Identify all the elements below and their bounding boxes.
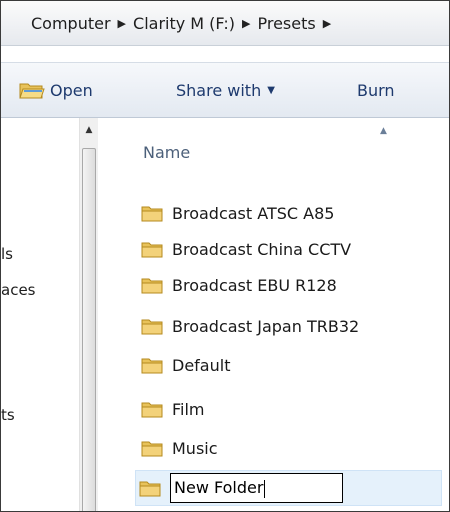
list-item[interactable]: Film (138, 392, 205, 426)
divider-strip (1, 46, 449, 63)
list-item[interactable]: Broadcast Japan TRB32 (138, 309, 359, 343)
folder-icon (141, 319, 163, 335)
list-item[interactable]: Broadcast China CCTV (138, 232, 351, 266)
breadcrumb-separator-icon[interactable]: ▶ (238, 17, 254, 30)
list-item[interactable]: Music (138, 431, 218, 465)
open-label: Open (50, 80, 93, 100)
breadcrumb-drive[interactable]: Clarity M (F:) (130, 14, 238, 33)
scroll-thumb[interactable] (82, 148, 96, 511)
folder-name: Broadcast Japan TRB32 (172, 316, 360, 336)
scroll-up-icon[interactable]: ▲ (80, 118, 98, 142)
burn-button[interactable]: Burn (357, 63, 395, 117)
nav-item[interactable]: ls (1, 245, 13, 263)
sort-ascending-icon: ▲ (380, 126, 387, 136)
text-cursor (264, 479, 266, 498)
navigation-pane: ls aces ts (1, 118, 79, 511)
explorer-window: Computer ▶ Clarity M (F:) ▶ Presets ▶ Op… (0, 0, 450, 512)
nav-item[interactable]: aces (1, 281, 35, 299)
folder-name: Broadcast ATSC A85 (172, 203, 335, 223)
breadcrumb-separator-icon[interactable]: ▶ (114, 17, 130, 30)
address-bar[interactable]: Computer ▶ Clarity M (F:) ▶ Presets ▶ (1, 1, 449, 46)
folder-name: Music (172, 438, 218, 458)
list-item[interactable]: Broadcast EBU R128 (138, 268, 337, 302)
chevron-down-icon: ▼ (267, 84, 275, 96)
share-with-button[interactable]: Share with ▼ (176, 63, 275, 117)
folder-open-icon (19, 83, 45, 99)
name-column-header[interactable]: Name (143, 143, 190, 162)
breadcrumb: Computer ▶ Clarity M (F:) ▶ Presets ▶ (1, 1, 335, 45)
folder-name: Film (172, 399, 205, 419)
folder-icon (141, 242, 163, 258)
list-item[interactable]: Default (138, 348, 230, 382)
nav-scrollbar[interactable]: ▲ (79, 118, 99, 511)
folder-icon (139, 481, 161, 497)
list-item-selected[interactable]: New Folder (135, 470, 442, 506)
folder-icon (141, 441, 163, 457)
list-item[interactable]: Broadcast ATSC A85 (138, 196, 334, 230)
folder-icon (141, 206, 163, 222)
folder-icon (141, 358, 163, 374)
breadcrumb-presets[interactable]: Presets (254, 14, 318, 33)
rename-input[interactable]: New Folder (170, 473, 343, 503)
file-list: Name ▲ Broadcast ATSC A85 Broadcast Chin… (98, 118, 449, 511)
folder-name: Broadcast China CCTV (172, 239, 352, 259)
breadcrumb-computer[interactable]: Computer (1, 14, 114, 33)
folder-icon (141, 402, 163, 418)
folder-name: Default (172, 355, 231, 375)
folder-name: Broadcast EBU R128 (172, 275, 337, 295)
rename-value: New Folder (174, 478, 264, 497)
command-bar: Open Share with ▼ Burn (1, 63, 449, 118)
folder-icon (141, 278, 163, 294)
breadcrumb-separator-icon[interactable]: ▶ (319, 17, 335, 30)
nav-item[interactable]: ts (1, 406, 15, 424)
share-with-label: Share with (176, 80, 262, 100)
burn-label: Burn (357, 80, 395, 100)
open-button[interactable]: Open (19, 63, 93, 117)
